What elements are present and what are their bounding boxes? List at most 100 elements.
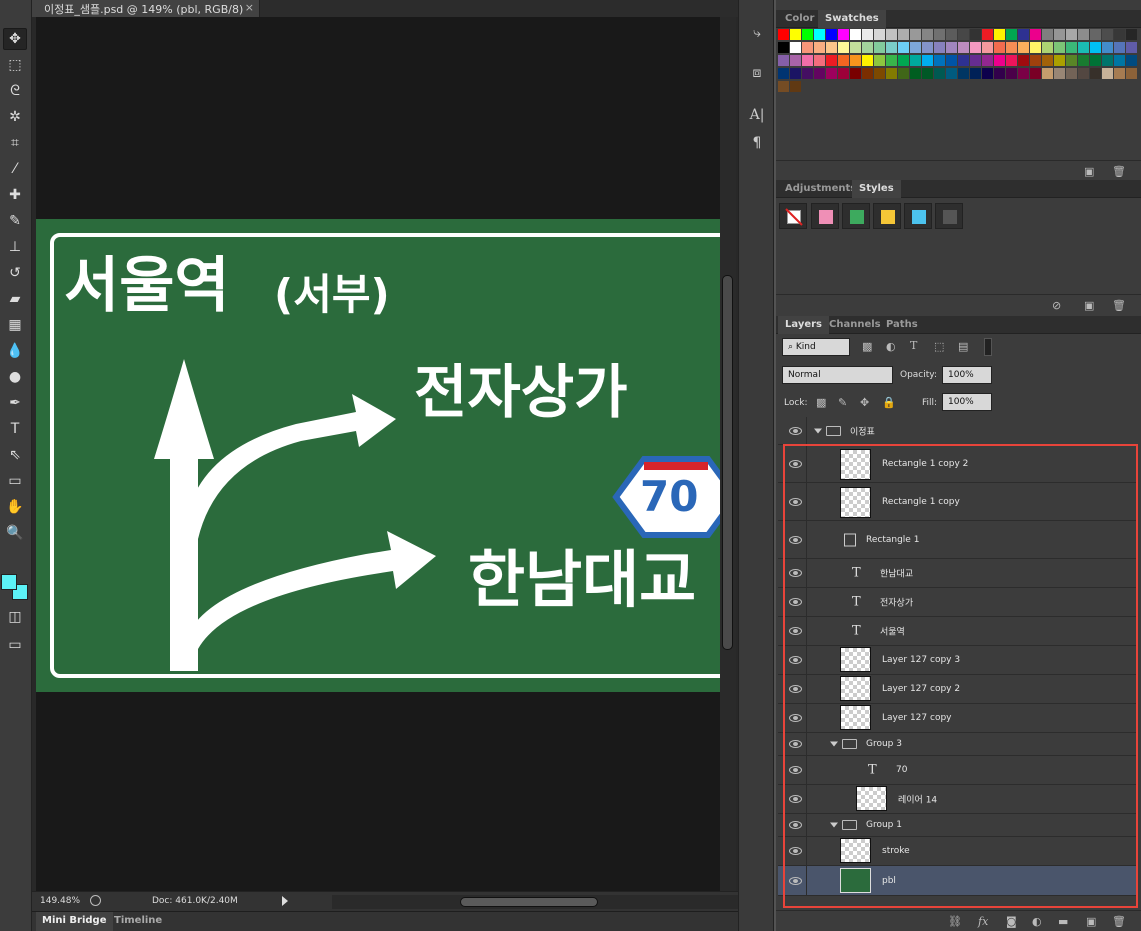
swatch[interactable] xyxy=(1114,55,1125,66)
mask-icon[interactable]: ◙ xyxy=(1006,915,1017,928)
tab-channels[interactable]: Channels xyxy=(822,316,888,334)
swatch[interactable] xyxy=(814,55,825,66)
visibility-eye-icon[interactable] xyxy=(789,598,802,606)
layer-row[interactable]: T 서울역 xyxy=(778,617,1136,646)
stamp-tool[interactable]: ⊥ xyxy=(3,236,27,258)
swatch[interactable] xyxy=(1018,55,1029,66)
new-layer-icon[interactable]: ▣ xyxy=(1086,915,1096,928)
layer-row[interactable]: Rectangle 1 xyxy=(778,521,1136,559)
vertical-scrollbar[interactable] xyxy=(720,17,736,891)
swatch[interactable] xyxy=(1054,55,1065,66)
history-icon[interactable]: ⤷ xyxy=(745,22,769,44)
horizontal-scrollbar[interactable] xyxy=(332,895,752,909)
swatch[interactable] xyxy=(838,68,849,79)
lock-transparent-icon[interactable]: ▩ xyxy=(816,396,826,409)
layer-row[interactable]: pbl xyxy=(778,866,1136,896)
hand-tool[interactable]: ✋ xyxy=(3,496,27,518)
swatch[interactable] xyxy=(838,55,849,66)
swatch[interactable] xyxy=(850,68,861,79)
swatch[interactable] xyxy=(850,42,861,53)
style-preset[interactable] xyxy=(842,203,870,229)
swatch[interactable] xyxy=(862,68,873,79)
layer-row[interactable]: Group 1 xyxy=(778,814,1136,837)
lasso-tool[interactable]: ᘓ xyxy=(3,80,27,102)
swatch[interactable] xyxy=(886,42,897,53)
layer-row[interactable]: 레이어 14 xyxy=(778,785,1136,814)
tab-adjustments[interactable]: Adjustments xyxy=(778,180,863,198)
visibility-eye-icon[interactable] xyxy=(789,795,802,803)
swatch[interactable] xyxy=(958,29,969,40)
swatch[interactable] xyxy=(922,29,933,40)
type-tool[interactable]: T xyxy=(3,418,27,440)
swatch[interactable] xyxy=(946,68,957,79)
tab-color[interactable]: Color xyxy=(778,10,821,28)
swatch[interactable] xyxy=(790,68,801,79)
zoom-level[interactable]: 149.48% xyxy=(40,896,80,906)
canvas[interactable]: 서울역 (서부) 전자상가 70 한남대교 xyxy=(36,17,720,891)
blur-tool[interactable]: 💧 xyxy=(3,340,27,362)
layer-row[interactable]: Layer 127 copy xyxy=(778,704,1136,733)
swatch[interactable] xyxy=(946,42,957,53)
style-preset[interactable] xyxy=(935,203,963,229)
character-icon[interactable]: A| xyxy=(745,104,769,126)
visibility-eye-icon[interactable] xyxy=(789,459,802,468)
tab-paths[interactable]: Paths xyxy=(879,316,925,334)
swatch[interactable] xyxy=(814,42,825,53)
swatch[interactable] xyxy=(1066,42,1077,53)
adjustment-icon[interactable]: ◐ xyxy=(1032,915,1042,928)
pen-tool[interactable]: ✒ xyxy=(3,392,27,414)
tab-mini-bridge[interactable]: Mini Bridge xyxy=(36,912,113,931)
swatch[interactable] xyxy=(814,68,825,79)
swatch[interactable] xyxy=(802,68,813,79)
swatch[interactable] xyxy=(790,81,801,92)
swatch[interactable] xyxy=(1090,68,1101,79)
visibility-eye-icon[interactable] xyxy=(789,656,802,664)
document-tab[interactable]: 이정표_샘플.psd @ 149% (pbl, RGB/8) × xyxy=(32,0,260,17)
swatch[interactable] xyxy=(874,42,885,53)
swatch[interactable] xyxy=(922,42,933,53)
filter-adjustment-icon[interactable]: ◐ xyxy=(886,340,896,353)
filter-toggle[interactable] xyxy=(984,338,992,356)
fx-icon[interactable]: fx xyxy=(978,915,988,928)
visibility-eye-icon[interactable] xyxy=(789,847,802,855)
swatch[interactable] xyxy=(922,55,933,66)
swatch[interactable] xyxy=(1006,55,1017,66)
3d-icon[interactable]: ⧈ xyxy=(745,62,769,84)
swatch[interactable] xyxy=(838,42,849,53)
swatch[interactable] xyxy=(1102,68,1113,79)
gradient-tool[interactable]: ▦ xyxy=(3,314,27,336)
status-arrow-icon[interactable] xyxy=(282,896,288,906)
swatch[interactable] xyxy=(1114,29,1125,40)
swatch[interactable] xyxy=(778,68,789,79)
swatch[interactable] xyxy=(946,29,957,40)
style-preset[interactable] xyxy=(904,203,932,229)
folder-icon[interactable]: ▬ xyxy=(1058,915,1068,928)
scroll-thumb[interactable] xyxy=(722,275,733,650)
new-swatch-icon[interactable]: ▣ xyxy=(1084,165,1094,178)
swatch[interactable] xyxy=(982,29,993,40)
swatch[interactable] xyxy=(874,29,885,40)
visibility-eye-icon[interactable] xyxy=(789,821,802,829)
path-selection-tool[interactable]: ⇖ xyxy=(3,444,27,466)
visibility-eye-icon[interactable] xyxy=(789,766,802,774)
visibility-eye-icon[interactable] xyxy=(789,497,802,506)
tab-swatches[interactable]: Swatches xyxy=(818,10,886,28)
swatch[interactable] xyxy=(1102,42,1113,53)
opacity-field[interactable]: 100% xyxy=(942,366,992,384)
swatch[interactable] xyxy=(958,42,969,53)
swatch[interactable] xyxy=(934,29,945,40)
visibility-eye-icon[interactable] xyxy=(789,426,802,435)
swatch[interactable] xyxy=(1030,68,1041,79)
layer-row[interactable]: stroke xyxy=(778,837,1136,866)
swatch[interactable] xyxy=(814,29,825,40)
filter-pixel-icon[interactable]: ▩ xyxy=(862,340,872,353)
history-brush-tool[interactable]: ↺ xyxy=(3,262,27,284)
layer-row[interactable]: Rectangle 1 copy xyxy=(778,483,1136,521)
swatch[interactable] xyxy=(826,68,837,79)
swatch[interactable] xyxy=(1066,55,1077,66)
tab-styles[interactable]: Styles xyxy=(852,180,901,198)
visibility-eye-icon[interactable] xyxy=(789,569,802,577)
fill-field[interactable]: 100% xyxy=(942,393,992,411)
swatch[interactable] xyxy=(970,29,981,40)
swatch[interactable] xyxy=(898,29,909,40)
